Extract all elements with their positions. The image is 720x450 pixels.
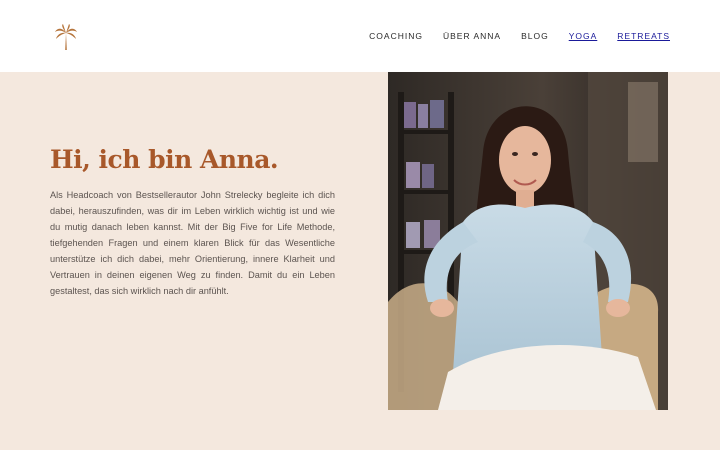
hero-section: Hi, ich bin Anna. Als Headcoach von Best…	[0, 72, 720, 450]
main-nav: COACHING ÜBER ANNA BLOG YOGA RETREATS	[369, 31, 670, 41]
nav-blog[interactable]: BLOG	[521, 31, 549, 41]
palm-tree-icon[interactable]	[54, 24, 78, 50]
nav-retreats[interactable]: RETREATS	[617, 31, 670, 41]
nav-ueber-anna[interactable]: ÜBER ANNA	[443, 31, 501, 41]
intro-text: Als Headcoach von Bestsellerautor John S…	[50, 190, 335, 296]
portrait-photo	[388, 72, 668, 410]
nav-coaching[interactable]: COACHING	[369, 31, 423, 41]
site-header: COACHING ÜBER ANNA BLOG YOGA RETREATS	[0, 0, 720, 72]
page-title: Hi, ich bin Anna.	[50, 145, 279, 174]
nav-yoga[interactable]: YOGA	[569, 31, 598, 41]
